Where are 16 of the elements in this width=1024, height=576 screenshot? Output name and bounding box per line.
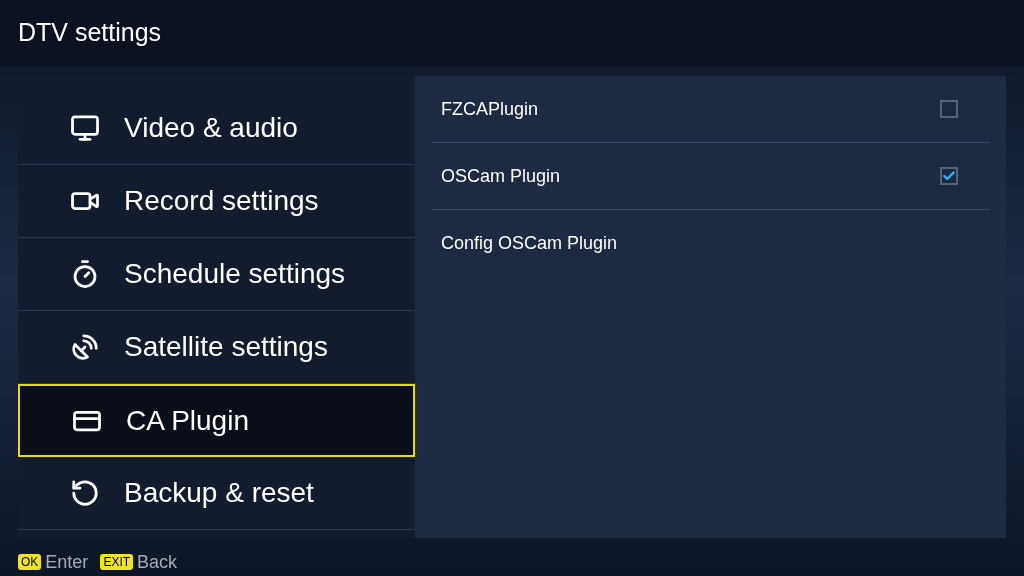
hint-label: Enter [45,550,89,574]
sidebar-item[interactable]: Video & audio [18,92,415,165]
key-badge: OK [18,554,42,570]
checkbox[interactable] [940,100,958,118]
satellite-dish-icon [70,332,100,362]
option-row[interactable]: FZCAPlugin [432,76,989,143]
window-title: DTV settings [18,17,162,49]
monitor-icon [70,113,100,143]
option-row[interactable]: Config OSCam Plugin [432,210,989,277]
sidebar-item[interactable]: Record settings [18,165,415,238]
hint-label: Back [137,550,178,574]
sidebar-item[interactable]: CA Plugin [18,384,415,457]
option-row[interactable]: OSCam Plugin [432,143,989,210]
restore-icon [70,478,100,508]
checkbox[interactable] [940,167,958,185]
key-badge: EXIT [100,554,134,570]
